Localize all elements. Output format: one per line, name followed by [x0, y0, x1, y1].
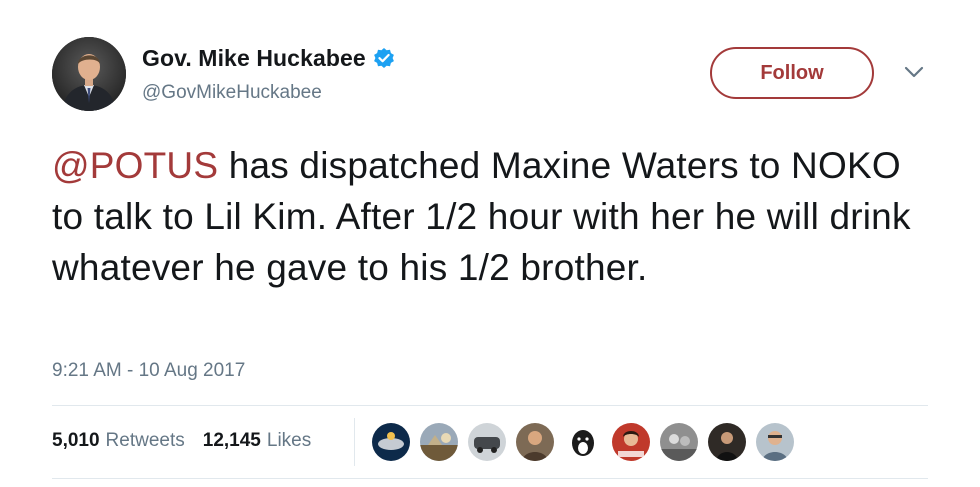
divider [52, 478, 928, 479]
follow-button[interactable]: Follow [710, 47, 874, 99]
timestamp[interactable]: 9:21 AM - 10 Aug 2017 [52, 360, 245, 382]
liker-avatar[interactable] [419, 422, 459, 462]
liker-avatars [371, 422, 803, 462]
user-handle[interactable]: @GovMikeHuckabee [142, 82, 322, 104]
likes-count: 12,145 [202, 430, 261, 451]
liker-avatar[interactable] [755, 422, 795, 462]
liker-avatar[interactable] [659, 422, 699, 462]
liker-avatar[interactable] [707, 422, 747, 462]
liker-avatar[interactable] [563, 422, 603, 462]
divider [52, 405, 928, 406]
liker-avatar[interactable] [467, 422, 507, 462]
tweet-text: @POTUS has dispatched Maxine Waters to N… [52, 140, 932, 293]
retweets-count: 5,010 [52, 430, 100, 451]
user-name-row[interactable]: Gov. Mike Huckabee [142, 43, 395, 73]
liker-avatar[interactable] [371, 422, 411, 462]
liker-avatar[interactable] [611, 422, 651, 462]
likes-stat[interactable]: 12,145 Likes [203, 430, 311, 452]
tweet-stats: 5,010 Retweets 12,145 Likes [52, 430, 311, 452]
profile-avatar[interactable] [52, 37, 126, 111]
chevron-down-icon[interactable] [903, 64, 925, 80]
verified-icon [373, 47, 395, 69]
retweets-label: Retweets [105, 430, 185, 451]
liker-avatar[interactable] [515, 422, 555, 462]
retweets-stat[interactable]: 5,010 Retweets [52, 430, 185, 452]
likes-label: Likes [266, 430, 312, 451]
mention-link[interactable]: @POTUS [52, 145, 218, 186]
display-name[interactable]: Gov. Mike Huckabee [142, 45, 366, 72]
tweet-card: Gov. Mike Huckabee @GovMikeHuckabee Foll… [0, 0, 980, 487]
stats-separator [354, 418, 355, 466]
